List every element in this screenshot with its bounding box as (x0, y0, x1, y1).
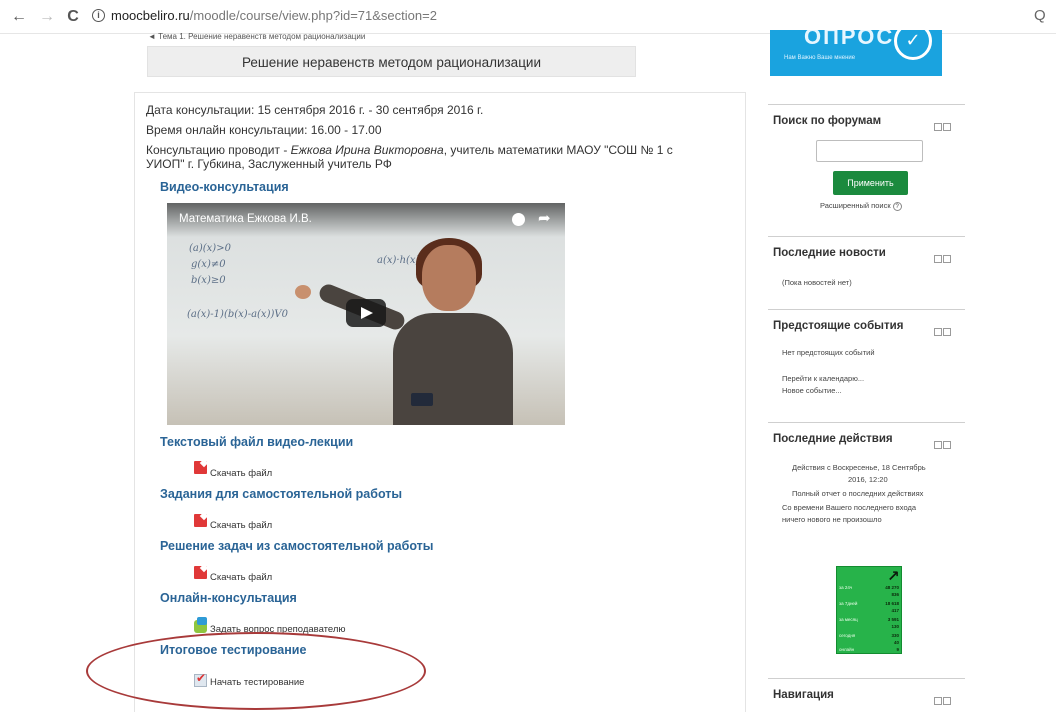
section-lecture-text[interactable]: Текстовый файл видео-лекции (160, 435, 353, 449)
url-host: moocbeliro.ru (111, 8, 190, 23)
pdf-icon (194, 566, 207, 579)
counter-label: за 24ч (839, 585, 853, 590)
watch-later-icon[interactable] (512, 213, 525, 226)
browser-toolbar: ← → C i moocbeliro.ru/moodle/course/view… (0, 0, 1056, 34)
url-path: /moodle/course/view.php?id=71&section=2 (189, 8, 437, 23)
board-line: (a(x)-1)(b(x)-a(x))V0 (187, 309, 288, 320)
forum-search-input[interactable] (816, 140, 923, 162)
counter-row: онлайн 9 (839, 647, 901, 657)
activity-since-time: 2016, 12:20 (848, 475, 888, 484)
banner-text: ОПРОС (804, 30, 895, 49)
presenter-body (393, 313, 513, 425)
back-button[interactable]: ← (10, 8, 28, 26)
counter-label: за 7дней (839, 601, 858, 606)
help-icon[interactable]: ? (892, 201, 902, 211)
activity-since: Действия с Воскресенье, 18 Сентябрь (792, 463, 926, 472)
download-link[interactable]: Скачать файл (210, 468, 272, 479)
teacher-suffix: , учитель математики МАОУ "СОШ № 1 с (443, 143, 673, 157)
news-empty-text: (Пока новостей нет) (782, 278, 852, 287)
consult-date: Дата консультации: 15 сентября 2016 г. -… (146, 103, 484, 117)
counter-value: 18 618 (885, 601, 899, 606)
address-bar[interactable]: i moocbeliro.ru/moodle/course/view.php?i… (92, 6, 1042, 28)
block-title: Навигация (773, 689, 834, 701)
prev-section-link[interactable]: ◄ Тема 1. Решение неравенств методом рац… (148, 32, 365, 41)
pdf-icon (194, 461, 207, 474)
teacher-prefix: Консультацию проводит - (146, 143, 291, 157)
block-title: Последние действия (773, 433, 893, 445)
activity-note-2: ничего нового не произошло (782, 515, 882, 524)
counter-value: 130 (891, 624, 899, 629)
block-title: Поиск по форумам (773, 115, 882, 127)
url-text[interactable]: moocbeliro.ru/moodle/course/view.php?id=… (111, 8, 437, 23)
consult-teacher: Консультацию проводит - Ежкова Ирина Вик… (146, 143, 673, 157)
arrow-icon: ↗ (887, 568, 900, 585)
calendar-link[interactable]: Перейти к календарю... (782, 374, 864, 383)
visit-counter[interactable]: ↗ за 24ч 48 270 836 за 7дней 18 618 417 за… (836, 566, 902, 654)
section-self-work[interactable]: Задания для самостоятельной работы (160, 487, 402, 501)
board-line: b(x)≥0 (191, 275, 226, 286)
forward-button[interactable]: → (38, 8, 56, 26)
full-report-link[interactable]: Полный отчет о последних действиях (792, 489, 923, 498)
counter-label: за месяц (839, 617, 858, 622)
block-controls[interactable] (934, 323, 954, 336)
consult-teacher-line2: УИОП" г. Губкина, Заслуженный учитель РФ (146, 157, 392, 171)
play-button[interactable] (346, 299, 386, 327)
counter-value: 48 270 (885, 585, 899, 590)
events-empty-text: Нет предстоящих событий (782, 348, 875, 357)
block-news: Последние новости (768, 236, 965, 296)
teacher-name: Ежкова Ирина Викторовна (290, 143, 444, 157)
counter-value: 3 591 (887, 617, 899, 622)
download-link[interactable]: Скачать файл (210, 520, 272, 531)
counter-value: 836 (891, 592, 899, 597)
video-heading: Видео-консультация (160, 180, 289, 194)
counter-label: сегодня (839, 633, 856, 638)
presenter-phone (411, 393, 433, 406)
apply-button[interactable]: Применить (833, 171, 908, 195)
survey-banner[interactable]: ОПРОС Нам Важно Ваше мнение ✓ (770, 30, 942, 76)
block-controls[interactable] (934, 692, 954, 705)
presenter-head (422, 245, 476, 311)
video-title[interactable]: Математика Ежкова И.В. (179, 213, 312, 225)
counter-value: 330 (891, 633, 899, 638)
highlight-ellipse (86, 632, 426, 710)
block-title: Предстоящие события (773, 320, 904, 332)
board-line: (a)(x)>0 (189, 243, 231, 254)
advanced-search[interactable]: Расширенный поиск? (820, 201, 902, 211)
section-title: Решение неравенств методом рационализаци… (147, 46, 636, 77)
info-icon[interactable]: i (92, 9, 105, 22)
section-solutions[interactable]: Решение задач из самостоятельной работы (160, 539, 433, 553)
block-title: Последние новости (773, 247, 886, 259)
download-link[interactable]: Скачать файл (210, 572, 272, 583)
block-navigation: Навигация (768, 678, 965, 705)
activity-note: Со времени Вашего последнего входа (782, 503, 917, 512)
counter-value: 417 (891, 608, 899, 613)
block-controls[interactable] (934, 250, 954, 263)
check-circle-icon: ✓ (894, 30, 932, 60)
banner-subtext: Нам Важно Ваше мнение (784, 55, 856, 61)
video-player[interactable]: (a)(x)>0 g(x)≠0 b(x)≥0 a(x)·h(x)>0 (a(x)… (167, 203, 565, 425)
counter-value: 40 (893, 640, 899, 645)
new-event-link[interactable]: Новое событие... (782, 386, 842, 395)
chat-icon (194, 617, 207, 633)
share-icon[interactable]: ➦ (538, 209, 551, 227)
block-controls[interactable] (934, 118, 954, 131)
pdf-icon (194, 514, 207, 527)
block-controls[interactable] (934, 436, 954, 449)
advanced-search-link[interactable]: Расширенный поиск (820, 201, 891, 210)
reload-button[interactable]: C (64, 8, 82, 26)
counter-label: онлайн (839, 647, 855, 652)
counter-value: 9 (896, 647, 899, 652)
section-online-consult[interactable]: Онлайн-консультация (160, 591, 297, 605)
board-line: g(x)≠0 (191, 259, 226, 270)
zoom-icon[interactable]: Q (1034, 7, 1046, 24)
block-events: Предстоящие события (768, 309, 965, 419)
presenter-hand (295, 285, 311, 299)
consult-time: Время онлайн консультации: 16.00 - 17.00 (146, 123, 382, 137)
